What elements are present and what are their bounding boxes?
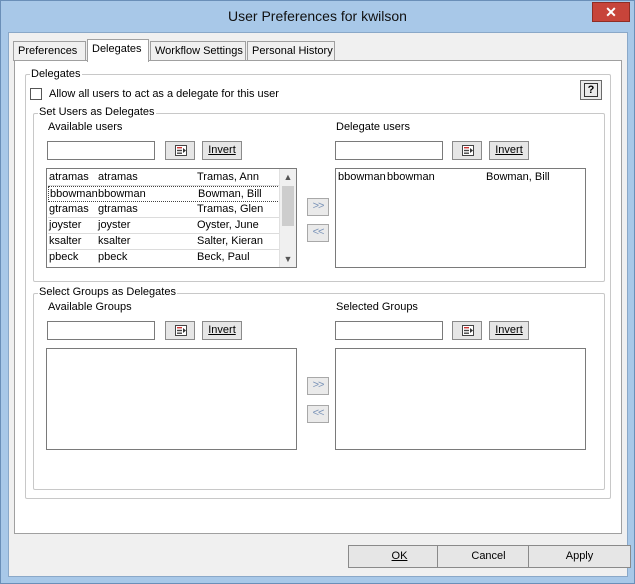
available-users-filter-button[interactable]: [165, 141, 195, 160]
tab-label: Preferences: [18, 45, 78, 57]
table-row[interactable]: pbeck pbeck Beck, Paul: [48, 250, 280, 266]
user-id-cell: pbeck: [49, 251, 79, 263]
tab-workflow-settings[interactable]: Workflow Settings: [150, 41, 246, 61]
add-group-delegate-button[interactable]: >>: [307, 377, 329, 395]
user-name-cell: Tramas, Glen: [197, 203, 264, 215]
cancel-label: Cancel: [471, 550, 506, 562]
user-name-cell: Oyster, June: [197, 219, 259, 231]
tab-label: Personal History: [252, 45, 333, 57]
users-delegates-legend: Set Users as Delegates: [38, 106, 156, 118]
user-login-cell: bbowman: [98, 188, 146, 200]
selected-groups-invert-button[interactable]: Invert: [489, 321, 529, 340]
ok-button[interactable]: OK: [348, 545, 451, 568]
delegate-users-label: Delegate users: [336, 121, 410, 133]
tab-label: Workflow Settings: [155, 45, 243, 57]
user-id-cell: joyster: [49, 219, 82, 231]
user-login-cell: ksalter: [98, 235, 131, 247]
invert-label: Invert: [208, 144, 236, 156]
delegate-users-invert-button[interactable]: Invert: [489, 141, 529, 160]
table-row[interactable]: atramas atramas Tramas, Ann: [48, 170, 280, 186]
tab-personal-history[interactable]: Personal History: [247, 41, 335, 61]
preferences-window: User Preferences for kwilson ✕ Preferenc…: [0, 0, 635, 584]
user-id-cell: atramas: [49, 171, 89, 183]
delegates-group-legend: Delegates: [30, 68, 82, 80]
table-row[interactable]: bbowman bbowman Bowman, Bill: [337, 170, 584, 186]
apply-button[interactable]: Apply: [528, 545, 631, 568]
scroll-down-icon[interactable]: ▼: [280, 251, 296, 267]
scroll-up-icon[interactable]: ▲: [280, 169, 296, 185]
available-groups-list[interactable]: [46, 348, 297, 450]
filter-list-icon: [175, 145, 187, 156]
title-bar[interactable]: User Preferences for kwilson ✕: [1, 1, 634, 32]
available-users-filter-input[interactable]: [47, 141, 155, 160]
tab-preferences[interactable]: Preferences: [13, 41, 86, 61]
groups-delegates-legend: Select Groups as Delegates: [38, 286, 177, 298]
ok-label: OK: [391, 550, 408, 562]
table-row[interactable]: joyster joyster Oyster, June: [48, 218, 280, 234]
delegate-users-filter-button[interactable]: [452, 141, 482, 160]
available-groups-invert-button[interactable]: Invert: [202, 321, 242, 340]
available-users-invert-button[interactable]: Invert: [202, 141, 242, 160]
delegate-users-list[interactable]: bbowman bbowman Bowman, Bill: [335, 168, 586, 268]
available-groups-filter-input[interactable]: [47, 321, 155, 340]
user-id-cell: bbowman: [50, 188, 98, 200]
table-row[interactable]: gtramas gtramas Tramas, Glen: [48, 202, 280, 218]
help-button[interactable]: ?: [580, 80, 602, 100]
user-login-cell: pbeck: [98, 251, 128, 263]
user-id-cell: gtramas: [49, 203, 89, 215]
invert-label: Invert: [495, 144, 523, 156]
filter-list-icon: [462, 145, 474, 156]
delegates-tab-panel: Delegates Allow all users to act as a de…: [14, 60, 622, 534]
user-login-cell: gtramas: [98, 203, 138, 215]
user-id-cell: bbowman: [338, 171, 386, 183]
selected-groups-filter-button[interactable]: [452, 321, 482, 340]
allow-all-delegates-checkbox[interactable]: [30, 88, 42, 100]
selected-groups-list[interactable]: [335, 348, 586, 450]
available-groups-label: Available Groups: [48, 301, 132, 313]
available-users-list[interactable]: atramas atramas Tramas, Ann bbowman bbow…: [46, 168, 297, 268]
add-user-delegate-button[interactable]: >>: [307, 198, 329, 216]
scroll-thumb[interactable]: [282, 186, 294, 226]
remove-user-delegate-button[interactable]: <<: [307, 224, 329, 242]
table-row[interactable]: ksalter ksalter Salter, Kieran: [48, 234, 280, 250]
remove-group-delegate-button[interactable]: <<: [307, 405, 329, 423]
user-name-cell: Beck, Paul: [197, 251, 250, 263]
user-name-cell: Tramas, Ann: [197, 171, 259, 183]
invert-label: Invert: [495, 324, 523, 336]
tab-delegates[interactable]: Delegates: [87, 39, 149, 62]
filter-list-icon: [175, 325, 187, 336]
table-row-selected[interactable]: bbowman bbowman Bowman, Bill: [48, 186, 280, 202]
selected-groups-label: Selected Groups: [336, 301, 418, 313]
window-title: User Preferences for kwilson: [228, 8, 407, 24]
available-users-scrollbar[interactable]: ▲ ▼: [279, 169, 296, 267]
dialog-client: Preferences Delegates Workflow Settings …: [8, 32, 631, 577]
user-login-cell: joyster: [98, 219, 131, 231]
available-users-label: Available users: [48, 121, 123, 133]
filter-list-icon: [462, 325, 474, 336]
user-name-cell: Salter, Kieran: [197, 235, 264, 247]
user-id-cell: ksalter: [49, 235, 82, 247]
user-name-cell: Bowman, Bill: [198, 188, 262, 200]
tab-label: Delegates: [92, 43, 142, 55]
help-icon: ?: [584, 83, 598, 97]
invert-label: Invert: [208, 324, 236, 336]
selected-groups-filter-input[interactable]: [335, 321, 443, 340]
available-groups-filter-button[interactable]: [165, 321, 195, 340]
delegate-users-filter-input[interactable]: [335, 141, 443, 160]
close-button[interactable]: ✕: [592, 2, 630, 22]
cancel-button[interactable]: Cancel: [437, 545, 540, 568]
user-login-cell: bbowman: [387, 171, 435, 183]
user-login-cell: atramas: [98, 171, 138, 183]
allow-all-delegates-label: Allow all users to act as a delegate for…: [49, 88, 279, 100]
apply-label: Apply: [565, 550, 594, 562]
user-name-cell: Bowman, Bill: [486, 171, 550, 183]
